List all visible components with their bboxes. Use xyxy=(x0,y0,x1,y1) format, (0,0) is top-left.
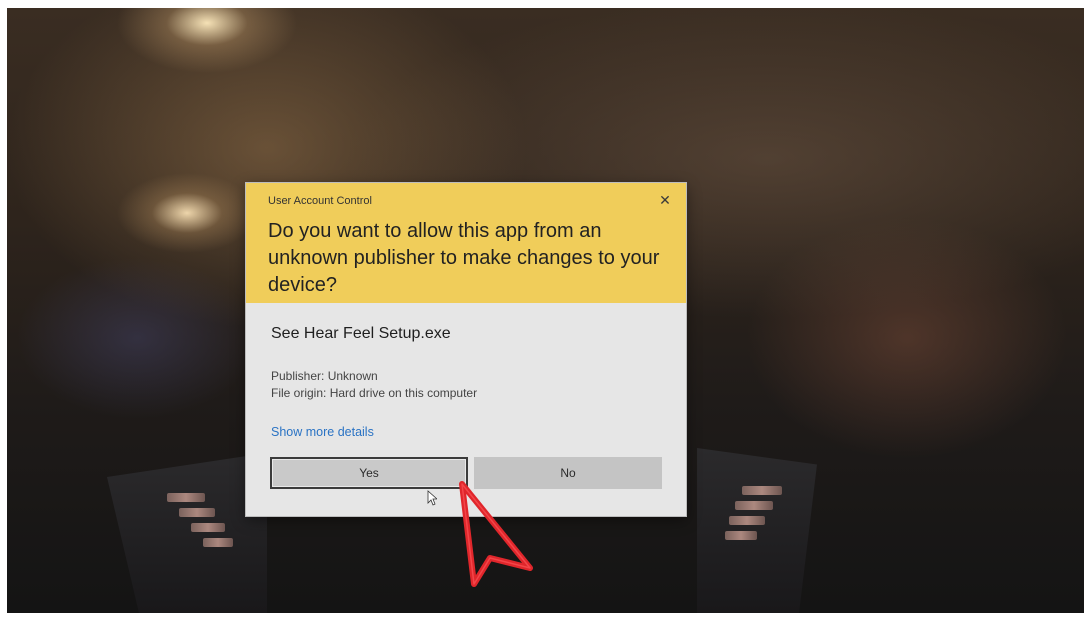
dialog-caption: User Account Control xyxy=(268,195,372,207)
uac-dialog: User Account Control ✕ Do you want to al… xyxy=(246,183,686,516)
background-vent xyxy=(729,516,765,525)
background-vent xyxy=(742,486,782,495)
publisher-info: Publisher: Unknown xyxy=(271,369,378,383)
background-vent xyxy=(167,493,205,502)
mouse-pointer-icon xyxy=(427,490,437,506)
close-icon[interactable]: ✕ xyxy=(654,190,676,210)
background-device-right xyxy=(697,448,817,613)
background-vent xyxy=(179,508,215,517)
red-arrow-icon xyxy=(459,481,533,587)
show-more-details-link[interactable]: Show more details xyxy=(271,425,374,439)
background-device-left xyxy=(107,453,267,613)
background-vent xyxy=(203,538,233,547)
file-origin-info: File origin: Hard drive on this computer xyxy=(271,386,478,400)
background-vent xyxy=(191,523,225,532)
background-vent xyxy=(735,501,773,510)
uac-header: User Account Control ✕ Do you want to al… xyxy=(246,183,686,303)
dialog-question: Do you want to allow this app from an un… xyxy=(268,220,660,296)
app-name: See Hear Feel Setup.exe xyxy=(271,325,451,342)
background-vent xyxy=(725,531,757,540)
yes-button[interactable]: Yes xyxy=(270,457,468,489)
